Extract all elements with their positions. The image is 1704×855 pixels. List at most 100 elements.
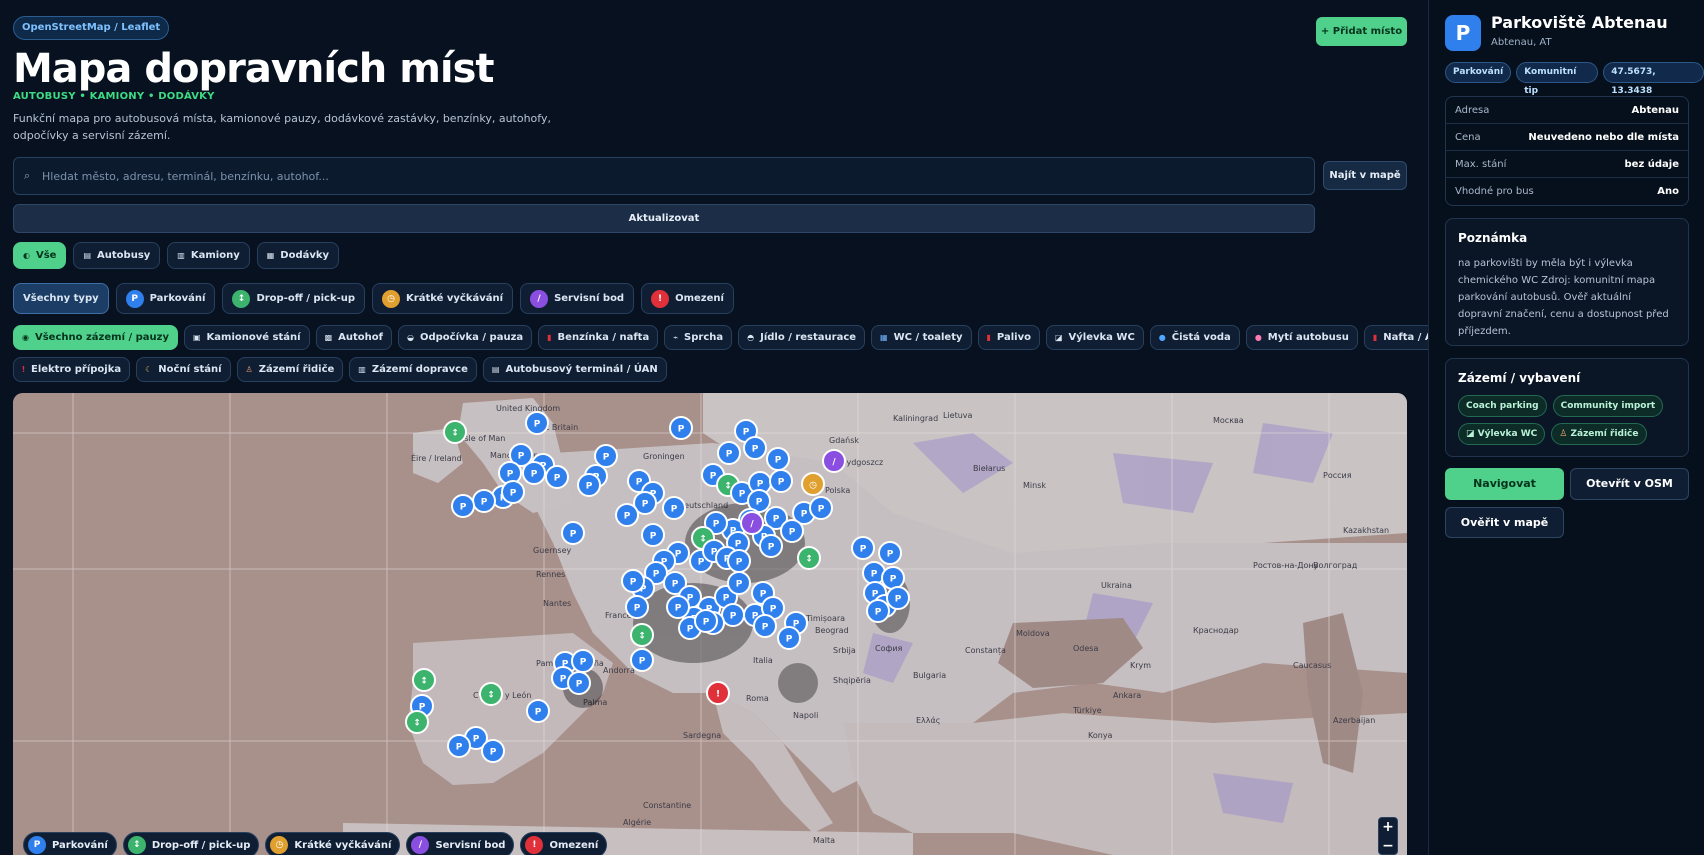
parking-marker[interactable]: P [481,739,505,763]
shower-icon: ⌁ [673,333,679,342]
filter-facility-driver[interactable]: ♙ Zázemí řidiče [236,357,344,382]
parking-marker[interactable]: P [526,699,550,723]
add-place-button[interactable]: + Přidat místo [1316,17,1407,46]
parking-marker[interactable]: P [743,436,767,460]
equipment-tag: ♙ Zázemí řidiče [1551,423,1647,445]
dropoff-marker[interactable]: ↕ [630,623,654,647]
parking-marker[interactable]: P [721,603,745,627]
svg-text:P: P [895,595,902,605]
filter-mode-van[interactable]: ▦ Dodávky [256,242,340,269]
parking-marker[interactable]: P [641,523,665,547]
parking-marker[interactable]: P [759,534,783,558]
map-view[interactable]: United Kingdom Isle of Man Éire / Irelan… [13,393,1407,855]
svg-text:P: P [703,618,710,628]
find-on-map-button[interactable]: Najít v mapě [1323,161,1407,190]
parking-marker[interactable]: P [727,571,751,595]
filter-facility-fuel[interactable]: ▮ Palivo [977,325,1040,350]
parking-marker[interactable]: P [525,411,549,435]
dropoff-marker[interactable]: ↕ [412,668,436,692]
parking-marker[interactable]: P [577,473,601,497]
filter-type-all[interactable]: Všechny typy [13,283,109,314]
zoom-in-button[interactable]: + [1379,818,1397,837]
parking-marker[interactable]: P [621,569,645,593]
filter-mode-bus[interactable]: ▤ Autobusy [73,242,161,269]
dropoff-marker[interactable]: ↕ [443,420,467,444]
filter-type-short-wait[interactable]: ◷ Krátké vyčkávání [372,283,514,314]
filter-facility-electric[interactable]: ǃ Elektro přípojka [13,357,131,382]
svg-text:P: P [723,594,730,604]
filter-facility-truck-parking[interactable]: ▣ Kamionové stání [183,325,310,350]
svg-text:P: P [687,625,694,635]
parking-marker[interactable]: P [501,480,525,504]
parking-marker[interactable]: P [717,441,741,465]
water-icon: ● [1158,333,1166,342]
service-marker[interactable]: / [740,511,764,535]
service-marker[interactable]: / [822,449,846,473]
filter-facility-rest[interactable]: ◒ Odpočívka / pauza [397,325,533,350]
place-coordinates-tag: 47.5673, 13.3438 [1603,62,1704,96]
filter-facility-terminal[interactable]: ▤ Autobusový terminál / ÚAN [482,357,667,382]
navigate-button[interactable]: Navigovat [1445,468,1564,500]
svg-text:P: P [770,605,777,615]
parking-marker[interactable]: P [625,595,649,619]
parking-marker[interactable]: P [669,416,693,440]
zoom-out-button[interactable]: − [1379,837,1397,855]
filter-mode-all[interactable]: ◐ Vše [13,242,67,269]
parking-marker[interactable]: P [522,461,546,485]
filter-facility-fuel-station[interactable]: ▮ Benzínka / nafta [538,325,659,350]
parking-marker[interactable]: P [769,469,793,493]
parking-marker[interactable]: P [727,549,751,573]
restriction-marker[interactable]: ! [706,681,730,705]
parking-marker[interactable]: P [615,503,639,527]
parking-marker[interactable]: P [753,614,777,638]
parking-marker[interactable]: P [694,609,718,633]
filter-facility-wc[interactable]: ▦ WC / toalety [871,325,972,350]
verify-on-map-button[interactable]: Ověřit v mapě [1445,507,1564,538]
parking-marker[interactable]: P [630,648,654,672]
legend-service: / Servisní bod [406,832,515,855]
parking-marker[interactable]: P [447,734,471,758]
filter-type-service[interactable]: / Servisní bod [520,283,635,314]
parking-marker[interactable]: P [567,671,591,695]
parking-marker[interactable]: P [545,465,569,489]
parking-marker[interactable]: P [571,649,595,673]
filter-facility-shower[interactable]: ⌁ Sprcha [664,325,733,350]
parking-marker[interactable]: P [851,536,875,560]
parking-marker[interactable]: P [766,447,790,471]
svg-text:P: P [736,580,743,590]
parking-marker[interactable]: P [472,489,496,513]
short-wait-marker[interactable]: ◷ [801,472,825,496]
moon-icon: ☾ [145,365,153,374]
filter-mode-truck[interactable]: ▥ Kamiony [167,242,250,269]
filter-facility-water[interactable]: ● Čistá voda [1149,325,1240,350]
open-osm-button[interactable]: Otevřít v OSM [1570,468,1689,500]
filter-facility-night[interactable]: ☾ Noční stání [136,357,231,382]
filter-facility-wc-dump[interactable]: ◪ Výlevka WC [1045,325,1144,350]
filter-type-parking[interactable]: P Parkování [115,283,216,314]
parking-marker[interactable]: P [866,599,890,623]
filter-type-restriction[interactable]: ! Omezení [641,283,734,314]
parking-marker[interactable]: P [561,521,585,545]
dropoff-marker[interactable]: ↕ [797,546,821,570]
filter-facility-autohof[interactable]: ▩ Autohof [315,325,392,350]
parking-marker[interactable]: P [594,444,618,468]
map-canvas[interactable]: United Kingdom Isle of Man Éire / Irelan… [13,393,1407,855]
dropoff-marker[interactable]: ↕ [405,710,429,734]
parking-marker[interactable]: P [451,494,475,518]
search-input[interactable] [42,158,1302,194]
parking-marker[interactable]: P [662,496,686,520]
filter-facility-all[interactable]: ◉ Všechno zázemí / pauzy [13,325,178,350]
filter-facility-carrier[interactable]: ▥ Zázemí dopravce [349,357,477,382]
parking-marker[interactable]: P [777,626,801,650]
parking-marker[interactable]: P [886,586,910,610]
parking-marker[interactable]: P [878,541,902,565]
dropoff-marker[interactable]: ↕ [479,682,503,706]
filter-type-dropoff[interactable]: ↕ Drop-off / pick-up [222,283,366,314]
parking-marker[interactable]: P [780,519,804,543]
filter-facility-food[interactable]: ◓ Jídlo / restaurace [738,325,866,350]
parking-marker[interactable]: P [881,566,905,590]
parking-marker[interactable]: P [666,595,690,619]
parking-marker[interactable]: P [809,496,833,520]
refresh-button[interactable]: Aktualizovat [13,204,1315,233]
filter-facility-bus-wash[interactable]: ● Mytí autobusu [1245,325,1358,350]
